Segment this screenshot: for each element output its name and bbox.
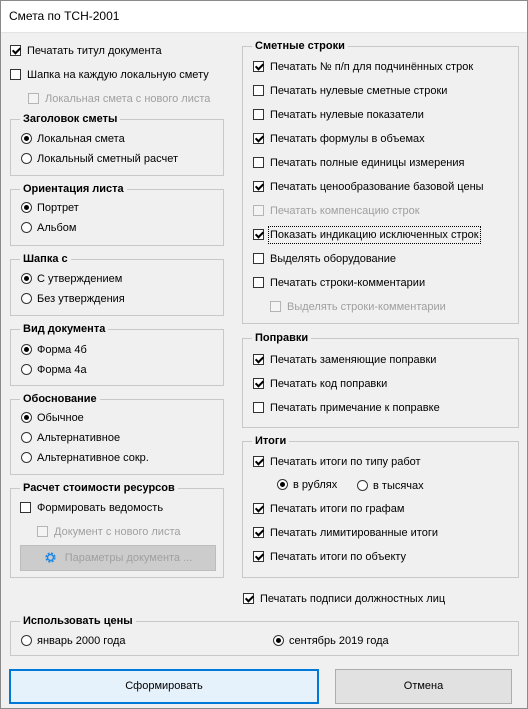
radio-dot[interactable] [21, 364, 32, 375]
radio-dot[interactable] [21, 344, 32, 355]
radio-dot[interactable] [21, 432, 32, 443]
checkbox-box[interactable] [253, 354, 264, 365]
document-params-label: Параметры документа ... [64, 552, 193, 564]
checkbox-box[interactable] [253, 229, 264, 240]
checkbox-box[interactable] [243, 593, 254, 604]
group-title: Использовать цены [20, 614, 136, 628]
checkbox-box[interactable] [10, 45, 21, 56]
radio-dot[interactable] [21, 452, 32, 463]
checkbox-box[interactable] [253, 133, 264, 144]
checkbox-box [270, 301, 281, 312]
group-title: Расчет стоимости ресурсов [20, 481, 178, 495]
radio-dot[interactable] [21, 133, 32, 144]
gear-icon [45, 552, 56, 563]
radio-dot[interactable] [21, 222, 32, 233]
radio-dot[interactable] [357, 480, 368, 491]
checkbox-box[interactable] [253, 527, 264, 538]
group-title: Шапка с [20, 252, 71, 266]
orientation-group: Ориентация листа [10, 182, 224, 246]
radio-dot[interactable] [273, 635, 284, 646]
checkbox-box [253, 205, 264, 216]
group-title: Сметные строки [252, 39, 348, 53]
window-titlebar: Смета по ТСН-2001 [0, 0, 528, 33]
group-title: Поправки [252, 331, 312, 345]
group-title: Итоги [252, 434, 290, 448]
radio-dot[interactable] [21, 293, 32, 304]
checkbox-box[interactable] [253, 551, 264, 562]
checkbox-box[interactable] [253, 277, 264, 288]
checkbox-box [37, 526, 48, 537]
group-title: Ориентация листа [20, 182, 127, 196]
generate-button[interactable]: Сформировать [9, 669, 319, 704]
checkbox-box[interactable] [253, 402, 264, 413]
checkbox-box[interactable] [253, 157, 264, 168]
checkbox-box[interactable] [253, 253, 264, 264]
radio-dot[interactable] [21, 412, 32, 423]
group-title: Вид документа [20, 322, 109, 336]
estimate-header-group: Заголовок сметы [10, 112, 224, 176]
cancel-button[interactable]: Отмена [335, 669, 512, 704]
checkbox-box[interactable] [253, 61, 264, 72]
checkbox-box[interactable] [253, 85, 264, 96]
checkbox-box[interactable] [253, 378, 264, 389]
header-with-group: Шапка с [10, 252, 224, 316]
checkbox-box[interactable] [20, 502, 31, 513]
document-params-button[interactable]: Параметры документа ... [20, 545, 216, 571]
radio-dot[interactable] [21, 202, 32, 213]
checkbox-box[interactable] [253, 181, 264, 192]
group-title: Заголовок сметы [20, 112, 121, 126]
checkbox-box [28, 93, 39, 104]
group-title: Обоснование [20, 392, 100, 406]
radio-dot[interactable] [277, 479, 288, 490]
window-title: Смета по ТСН-2001 [9, 9, 120, 23]
checkbox-box[interactable] [253, 456, 264, 467]
radio-dot[interactable] [21, 273, 32, 284]
checkbox-box[interactable] [10, 69, 21, 80]
radio-dot[interactable] [21, 635, 32, 646]
checkbox-box[interactable] [253, 109, 264, 120]
radio-dot[interactable] [21, 153, 32, 164]
checkbox-box[interactable] [253, 503, 264, 514]
